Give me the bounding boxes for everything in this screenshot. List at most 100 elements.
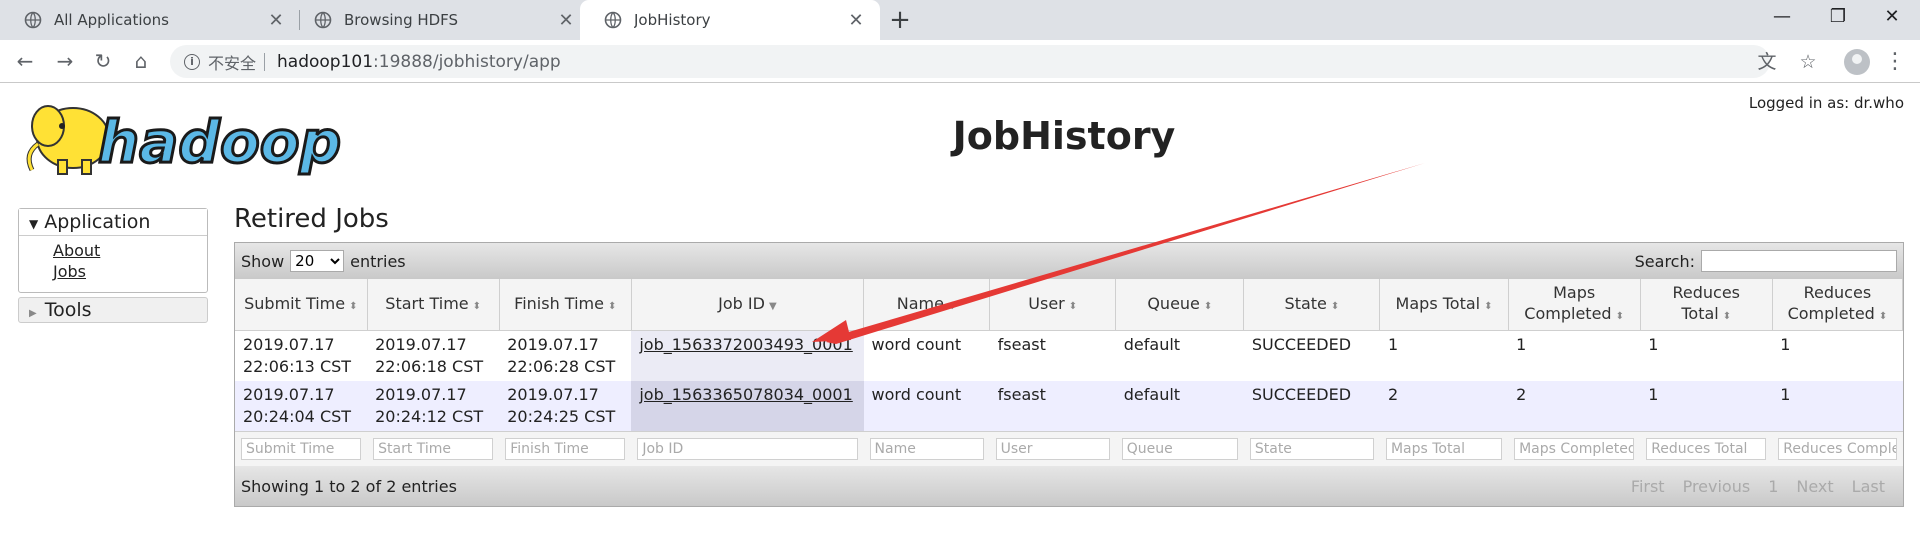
jobs-panel: Retired Jobs Show 20 entries Search: Sub…	[234, 204, 1904, 507]
cell-queue: default	[1115, 330, 1244, 381]
jobs-table: Submit Time ⬍ Start Time ⬍ Finish Time ⬍ Jo…	[235, 279, 1904, 466]
about-link[interactable]: About	[53, 240, 207, 261]
tab-title: JobHistory	[634, 11, 711, 29]
col-label: User	[1028, 293, 1065, 313]
sort-icon: ⬍	[1878, 311, 1888, 322]
col-start-time[interactable]: Start Time ⬍	[367, 279, 500, 331]
col-maps-total[interactable]: Maps Total ⬍	[1379, 279, 1509, 331]
jobs-link[interactable]: Jobs	[53, 261, 207, 282]
col-maps-completed[interactable]: Maps Completed ⬍	[1508, 279, 1641, 331]
filter-state[interactable]	[1249, 438, 1374, 460]
translate-icon[interactable]: ⽂	[1752, 48, 1782, 76]
filter-reduces-total[interactable]	[1646, 438, 1767, 460]
filter-maps-completed[interactable]	[1514, 438, 1635, 460]
sidebar-nav: ▼ Application About Jobs ▶ Tools	[18, 208, 208, 323]
col-label: Maps Completed	[1524, 283, 1612, 323]
filter-start-time[interactable]	[373, 438, 494, 460]
tools-toggle[interactable]: ▶ Tools	[18, 297, 208, 323]
col-reduces-completed[interactable]: Reduces Completed ⬍	[1772, 279, 1904, 331]
filter-queue[interactable]	[1121, 438, 1238, 460]
col-label: Queue	[1147, 293, 1200, 313]
col-label: Maps Total	[1395, 293, 1481, 313]
col-label: Finish Time	[514, 293, 604, 313]
col-label: Start Time	[385, 293, 469, 313]
job-id-link[interactable]: job_1563372003493_0001	[639, 335, 852, 354]
home-icon[interactable]: ⌂	[126, 46, 156, 76]
close-tab-icon[interactable]: ✕	[846, 10, 866, 31]
globe-icon	[24, 11, 42, 29]
page-size-select[interactable]: 20	[290, 250, 345, 272]
cell-name: word count	[863, 381, 990, 432]
filter-job-id[interactable]	[637, 438, 858, 460]
logged-in-status: Logged in as: dr.who	[1748, 94, 1904, 112]
next-page-button[interactable]: Next	[1796, 477, 1833, 496]
star-icon[interactable]: ☆	[1793, 48, 1823, 76]
tab-all-applications[interactable]: All Applications ✕	[0, 0, 300, 40]
col-name[interactable]: Name ⬍	[863, 279, 991, 331]
sort-icon: ⬍	[947, 300, 957, 312]
profile-avatar[interactable]	[1844, 49, 1870, 75]
minimize-icon[interactable]: —	[1754, 0, 1810, 34]
filter-finish-time[interactable]	[505, 438, 626, 460]
col-queue[interactable]: Queue ⬍	[1115, 279, 1245, 331]
sort-icon: ⬍	[1068, 300, 1078, 312]
col-submit-time[interactable]: Submit Time ⬍	[235, 279, 368, 331]
sort-icon: ⬍	[1615, 311, 1624, 322]
cell-submit-time: 2019.07.17 20:24:04 CST	[235, 381, 368, 432]
restore-icon[interactable]: ❐	[1810, 0, 1866, 34]
cell-maps-completed: 1	[1508, 330, 1641, 381]
close-tab-icon[interactable]: ✕	[266, 10, 286, 31]
url-host: hadoop101	[277, 51, 374, 72]
close-tab-icon[interactable]: ✕	[556, 10, 576, 31]
new-tab-button[interactable]: +	[884, 4, 916, 36]
search-input[interactable]	[1701, 250, 1897, 272]
filter-row	[235, 431, 1903, 466]
cell-maps-completed: 2	[1508, 381, 1641, 432]
cell-maps-total: 2	[1379, 381, 1509, 432]
globe-icon	[604, 11, 622, 29]
tab-strip: All Applications ✕ Browsing HDFS ✕ JobHi…	[0, 0, 1920, 40]
col-job-id[interactable]: Job ID ▼	[631, 279, 865, 331]
previous-page-button[interactable]: Previous	[1683, 477, 1751, 496]
insecure-label: 不安全	[208, 53, 257, 73]
cell-reduces-total: 1	[1640, 330, 1773, 381]
address-bar[interactable]: i 不安全 hadoop101 :19888/jobhistory/app	[170, 45, 1770, 78]
tab-jobhistory[interactable]: JobHistory ✕	[580, 0, 880, 40]
col-state[interactable]: State ⬍	[1243, 279, 1381, 331]
col-label: State	[1284, 293, 1327, 313]
col-user[interactable]: User ⬍	[989, 279, 1117, 331]
table-row: 2019.07.17 20:24:04 CST 2019.07.17 20:24…	[235, 381, 1903, 432]
filter-name[interactable]	[869, 438, 984, 460]
cell-finish-time: 2019.07.17 20:24:25 CST	[499, 381, 632, 432]
cell-job-id: job_1563372003493_0001	[631, 330, 864, 381]
menu-icon[interactable]: ⋮	[1884, 48, 1906, 76]
filter-reduces-completed[interactable]	[1778, 438, 1897, 460]
cell-reduces-total: 1	[1640, 381, 1773, 432]
close-window-icon[interactable]: ✕	[1864, 0, 1920, 34]
cell-start-time: 2019.07.17 20:24:12 CST	[367, 381, 500, 432]
page-1-button[interactable]: 1	[1768, 477, 1778, 496]
col-reduces-total[interactable]: Reduces Total ⬍	[1640, 279, 1773, 331]
filter-maps-total[interactable]	[1385, 438, 1503, 460]
cell-state: SUCCEEDED	[1243, 381, 1380, 432]
application-toggle[interactable]: ▼ Application	[19, 209, 207, 236]
job-id-link[interactable]: job_1563365078034_0001	[639, 385, 852, 404]
sort-icon: ⬍	[1203, 300, 1213, 312]
forward-icon[interactable]: →	[50, 46, 80, 76]
cell-reduces-completed: 1	[1772, 381, 1903, 432]
last-page-button[interactable]: Last	[1852, 477, 1885, 496]
tab-title: Browsing HDFS	[344, 11, 459, 29]
reload-icon[interactable]: ↻	[88, 46, 118, 76]
tab-browsing-hdfs[interactable]: Browsing HDFS ✕	[290, 0, 590, 40]
first-page-button[interactable]: First	[1631, 477, 1665, 496]
sort-icon: ⬍	[349, 300, 358, 312]
divider	[264, 52, 266, 71]
info-icon[interactable]: i	[184, 53, 200, 70]
show-label: Show	[241, 251, 285, 271]
filter-user[interactable]	[995, 438, 1110, 460]
back-icon[interactable]: ←	[10, 46, 40, 76]
col-finish-time[interactable]: Finish Time ⬍	[499, 279, 632, 331]
cell-maps-total: 1	[1379, 330, 1509, 381]
filter-submit-time[interactable]	[241, 438, 362, 460]
sort-icon: ⬍	[1722, 311, 1732, 322]
